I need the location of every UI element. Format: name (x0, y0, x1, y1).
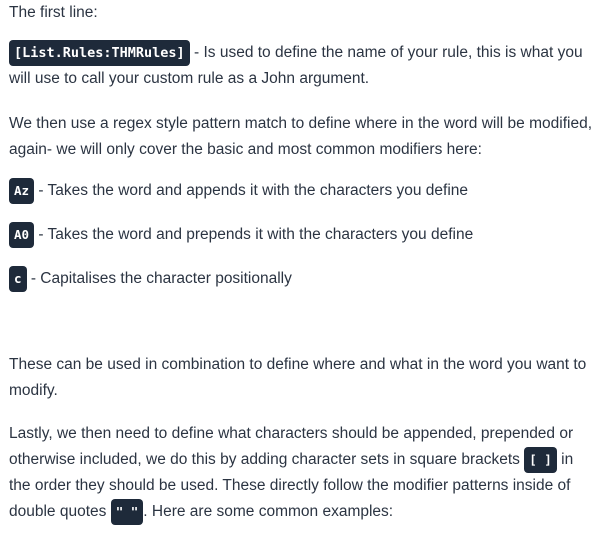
modifier-code-capitalise: c (9, 266, 27, 292)
character-sets-text-a: Lastly, we then need to define what char… (9, 425, 574, 469)
modifier-item-prepend: A0 - Takes the word and prepends it with… (9, 222, 473, 248)
character-sets-paragraph: Lastly, we then need to define what char… (9, 421, 599, 526)
modifier-item-append: Az - Takes the word and appends it with … (9, 178, 468, 204)
double-quotes-code: " " (110, 499, 144, 526)
modifier-item-capitalise: c - Capitalises the character positional… (9, 266, 292, 292)
rule-name-code: [List.Rules:THMRules] (9, 40, 190, 66)
intro-line: The first line: (9, 0, 98, 26)
square-brackets-code: [ ] (524, 447, 557, 473)
rule-name-paragraph: [List.Rules:THMRules] - Is used to defin… (9, 40, 599, 92)
modifier-text-capitalise: - Capitalises the character positionally (26, 270, 292, 288)
regex-paragraph: We then use a regex style pattern match … (9, 111, 599, 163)
modifier-text-prepend: - Takes the word and prepends it with th… (34, 226, 474, 244)
modifier-code-prepend: A0 (9, 222, 35, 248)
regex-text: We then use a regex style pattern match … (9, 115, 592, 158)
combination-paragraph: These can be used in combination to defi… (9, 352, 599, 404)
combination-text: These can be used in combination to defi… (9, 356, 587, 399)
modifier-code-append: Az (9, 178, 35, 204)
modifier-text-append: - Takes the word and appends it with the… (34, 182, 469, 200)
character-sets-text-c: . Here are some common examples: (143, 503, 394, 521)
intro-text: The first line: (9, 4, 98, 21)
